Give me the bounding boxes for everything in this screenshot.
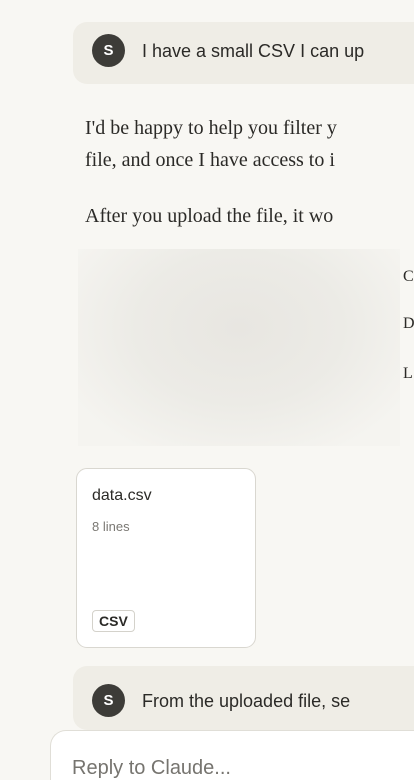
clipped-text: D [403, 315, 414, 332]
clipped-text: C [403, 268, 414, 285]
file-type-badge: CSV [92, 610, 135, 632]
assistant-text-line: After you upload the file, it wo [85, 205, 334, 227]
user-message-1: S I have a small CSV I can up [73, 22, 414, 84]
file-meta: 8 lines [92, 519, 130, 534]
assistant-text-line: I'd be happy to help you filter y [85, 117, 337, 139]
reply-placeholder: Reply to Claude... [72, 757, 231, 779]
file-name: data.csv [92, 487, 152, 504]
user-message-text: I have a small CSV I can up [142, 41, 365, 61]
user-avatar: S [92, 684, 125, 717]
blurred-content-block [78, 249, 400, 446]
reply-input[interactable]: Reply to Claude... [50, 730, 414, 780]
user-message-2: S From the uploaded file, se [73, 666, 414, 730]
user-message-text: From the uploaded file, se [142, 691, 351, 711]
clipped-text: L [403, 365, 413, 382]
file-attachment-card[interactable]: data.csv 8 lines CSV [76, 468, 256, 648]
user-avatar: S [92, 34, 125, 67]
assistant-text-line: file, and once I have access to i [85, 149, 335, 171]
